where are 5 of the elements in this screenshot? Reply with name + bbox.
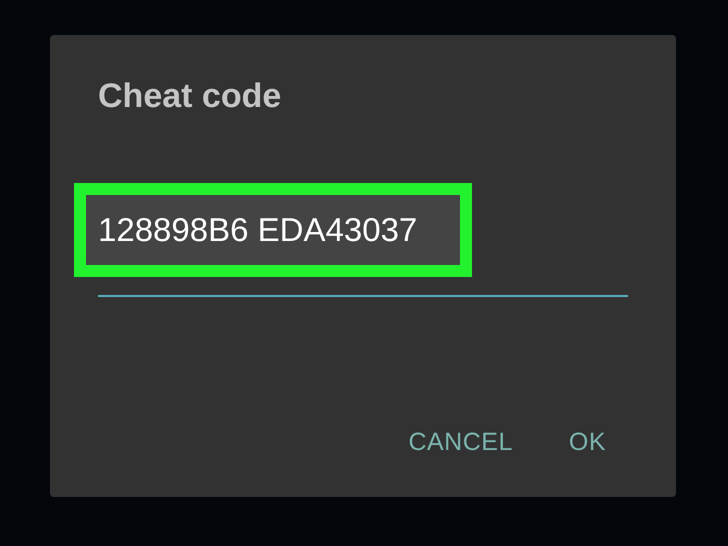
ok-button[interactable]: OK xyxy=(568,427,606,457)
cancel-button[interactable]: CANCEL xyxy=(408,427,513,457)
dialog-title: Cheat code xyxy=(98,79,282,113)
code-value: 128898B6 EDA43037 xyxy=(98,210,418,250)
code-field[interactable]: 128898B6 EDA43037 xyxy=(74,183,628,297)
